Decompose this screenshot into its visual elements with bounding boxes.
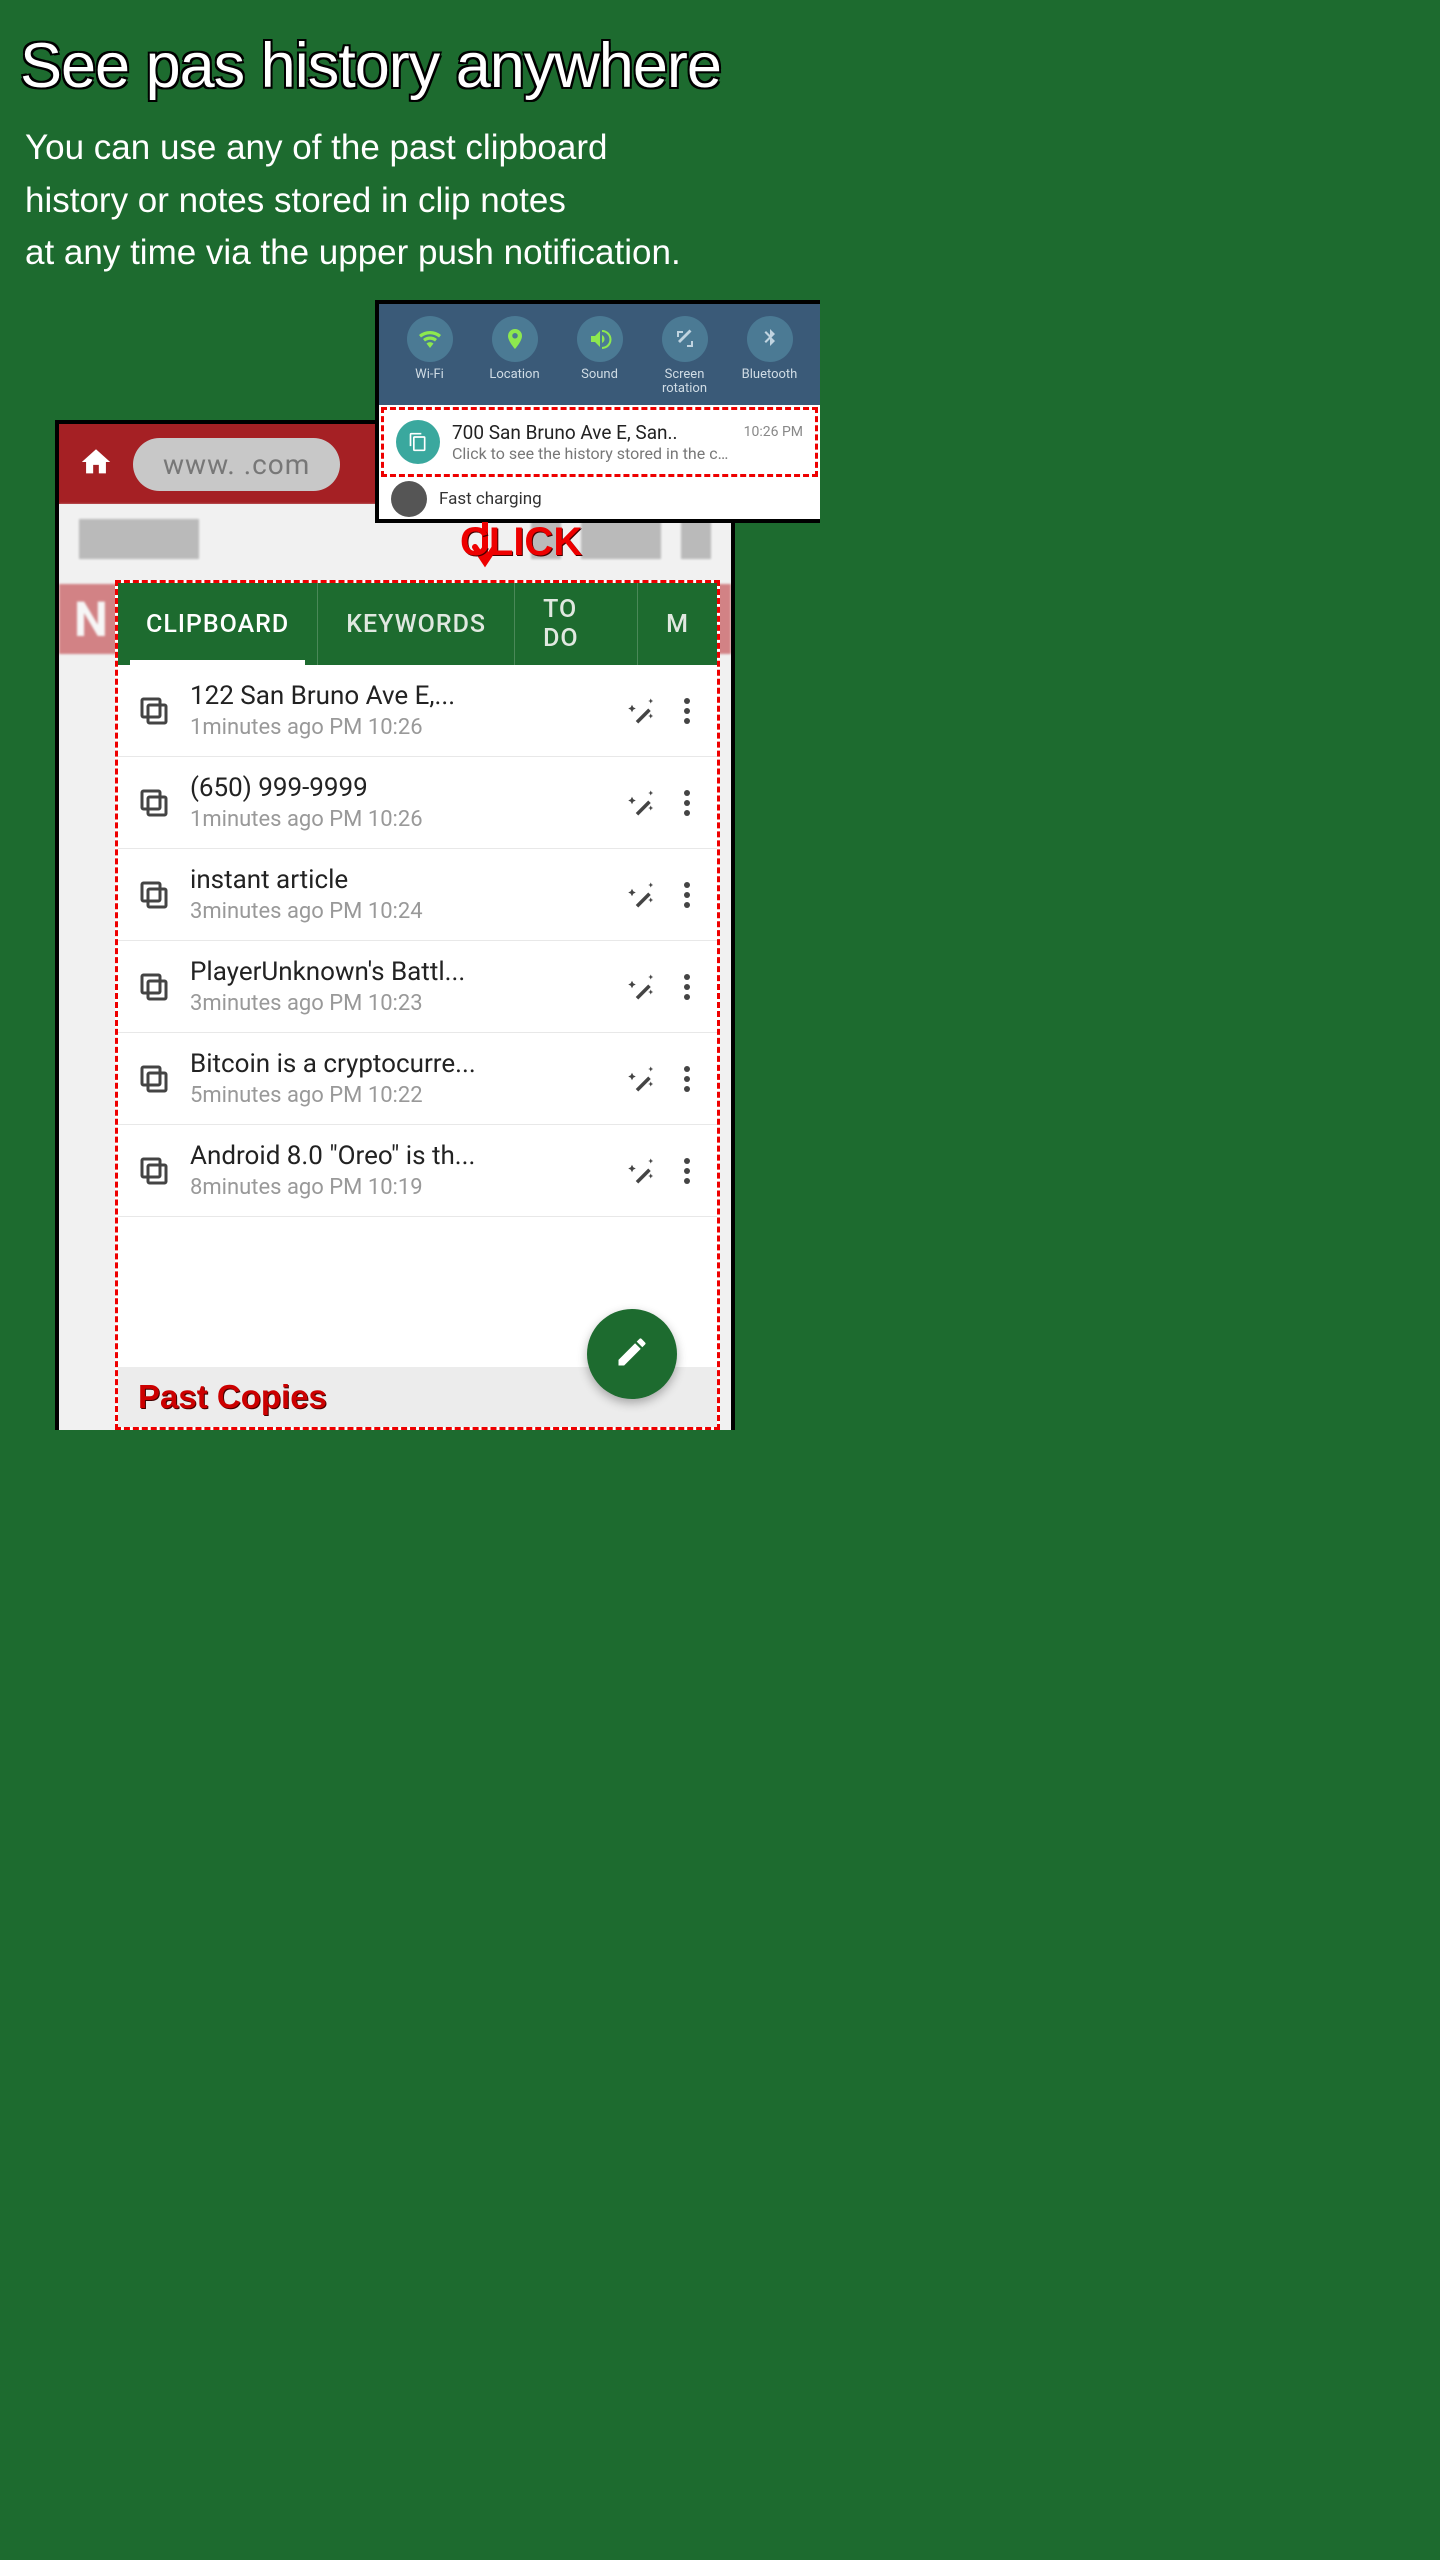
magic-wand-icon[interactable]	[627, 696, 657, 726]
clip-title: instant article	[190, 865, 609, 895]
clip-timestamp: 3minutes ago PM 10:23	[190, 991, 609, 1016]
clipboard-list: 122 San Bruno Ave E,... 1minutes ago PM …	[118, 665, 717, 1217]
copy-icon[interactable]	[136, 969, 172, 1005]
clip-title: (650) 999-9999	[190, 773, 609, 803]
notification-body: 700 San Bruno Ave E, San.. Click to see …	[452, 421, 732, 463]
sound-icon	[577, 316, 623, 362]
compose-fab[interactable]	[587, 1309, 677, 1399]
clip-timestamp: 1minutes ago PM 10:26	[190, 807, 609, 832]
clip-text: Bitcoin is a cryptocurre... 5minutes ago…	[190, 1049, 609, 1108]
more-icon[interactable]	[675, 1158, 699, 1184]
qs-label: Location	[489, 368, 539, 382]
copy-icon[interactable]	[136, 1153, 172, 1189]
notification-time: 10:26 PM	[744, 424, 803, 440]
qs-rotate[interactable]: Screenrotation	[642, 316, 727, 397]
magic-wand-icon[interactable]	[627, 972, 657, 1002]
more-icon[interactable]	[675, 882, 699, 908]
more-icon[interactable]	[675, 1066, 699, 1092]
magic-wand-icon[interactable]	[627, 788, 657, 818]
rotate-icon	[662, 316, 708, 362]
qs-sound[interactable]: Sound	[557, 316, 642, 397]
qs-label: Sound	[581, 368, 618, 382]
pencil-icon	[614, 1334, 650, 1374]
clip-text: instant article 3minutes ago PM 10:24	[190, 865, 609, 924]
clipboard-item[interactable]: instant article 3minutes ago PM 10:24	[118, 849, 717, 941]
notification-title: 700 San Bruno Ave E, San..	[452, 421, 732, 444]
qs-label: Wi-Fi	[415, 368, 444, 382]
clip-text: (650) 999-9999 1minutes ago PM 10:26	[190, 773, 609, 832]
magic-wand-icon[interactable]	[627, 1156, 657, 1186]
copy-icon[interactable]	[136, 785, 172, 821]
copy-icon	[396, 420, 440, 464]
qs-bluetooth[interactable]: Bluetooth	[727, 316, 812, 397]
tab-clipboard[interactable]: CLIPBOARD	[118, 583, 317, 665]
fast-charging-label: Fast charging	[439, 489, 542, 509]
copy-icon[interactable]	[136, 877, 172, 913]
notification-subtitle: Click to see the history stored in the c…	[452, 444, 732, 463]
clipboard-notification[interactable]: 700 San Bruno Ave E, San.. Click to see …	[381, 407, 818, 477]
clip-text: PlayerUnknown's Battl... 3minutes ago PM…	[190, 957, 609, 1016]
subtext-line: You can use any of the past clipboard	[25, 128, 607, 167]
clipboard-history-popup: CLIPBOARDKEYWORDSTO DOM 122 San Bruno Av…	[115, 580, 720, 1430]
qs-label: Bluetooth	[742, 368, 798, 382]
tab-to do[interactable]: TO DO	[514, 583, 637, 665]
clip-timestamp: 1minutes ago PM 10:26	[190, 715, 609, 740]
notification-shade: Wi-Fi Location Sound Screenrotation Bluetoot…	[375, 300, 820, 523]
magic-wand-icon[interactable]	[627, 1064, 657, 1094]
clip-title: Bitcoin is a cryptocurre...	[190, 1049, 609, 1079]
more-icon[interactable]	[675, 974, 699, 1000]
click-annotation: CLICK	[460, 520, 582, 565]
qs-location[interactable]: Location	[472, 316, 557, 397]
magic-wand-icon[interactable]	[627, 880, 657, 910]
subtext-line: history or notes stored in clip notes	[25, 181, 566, 220]
copy-icon[interactable]	[136, 1061, 172, 1097]
qs-wifi[interactable]: Wi-Fi	[387, 316, 472, 397]
clip-title: Android 8.0 "Oreo" is th...	[190, 1141, 609, 1171]
clip-title: 122 San Bruno Ave E,...	[190, 681, 609, 711]
site-logo: N	[74, 591, 108, 648]
clip-timestamp: 3minutes ago PM 10:24	[190, 899, 609, 924]
clip-timestamp: 5minutes ago PM 10:22	[190, 1083, 609, 1108]
clipboard-item[interactable]: Android 8.0 "Oreo" is th... 8minutes ago…	[118, 1125, 717, 1217]
home-icon[interactable]	[79, 445, 113, 483]
clipboard-item[interactable]: PlayerUnknown's Battl... 3minutes ago PM…	[118, 941, 717, 1033]
more-icon[interactable]	[675, 698, 699, 724]
location-icon	[492, 316, 538, 362]
clipboard-item[interactable]: Bitcoin is a cryptocurre... 5minutes ago…	[118, 1033, 717, 1125]
clip-text: 122 San Bruno Ave E,... 1minutes ago PM …	[190, 681, 609, 740]
tab-m[interactable]: M	[637, 583, 717, 665]
clipboard-item[interactable]: (650) 999-9999 1minutes ago PM 10:26	[118, 757, 717, 849]
quick-settings-row: Wi-Fi Location Sound Screenrotation Bluetoot…	[379, 304, 820, 405]
page-subtext: You can use any of the past clipboard hi…	[0, 112, 820, 280]
qs-label: Screenrotation	[662, 368, 707, 397]
tab-strip: CLIPBOARDKEYWORDSTO DOM	[118, 583, 717, 665]
more-icon[interactable]	[675, 790, 699, 816]
bluetooth-icon	[747, 316, 793, 362]
clipboard-item[interactable]: 122 San Bruno Ave E,... 1minutes ago PM …	[118, 665, 717, 757]
clip-timestamp: 8minutes ago PM 10:19	[190, 1175, 609, 1200]
subtext-line: at any time via the upper push notificat…	[25, 233, 681, 272]
fast-charging-notification[interactable]: Fast charging	[379, 479, 820, 519]
bolt-icon	[391, 481, 427, 517]
tab-keywords[interactable]: KEYWORDS	[317, 583, 514, 665]
clip-text: Android 8.0 "Oreo" is th... 8minutes ago…	[190, 1141, 609, 1200]
clip-title: PlayerUnknown's Battl...	[190, 957, 609, 987]
page-headline: See pas history anywhere	[0, 0, 820, 112]
url-bar[interactable]: www. .com	[133, 438, 340, 491]
past-copies-annotation: Past Copies	[138, 1378, 327, 1416]
wifi-icon	[407, 316, 453, 362]
copy-icon[interactable]	[136, 693, 172, 729]
